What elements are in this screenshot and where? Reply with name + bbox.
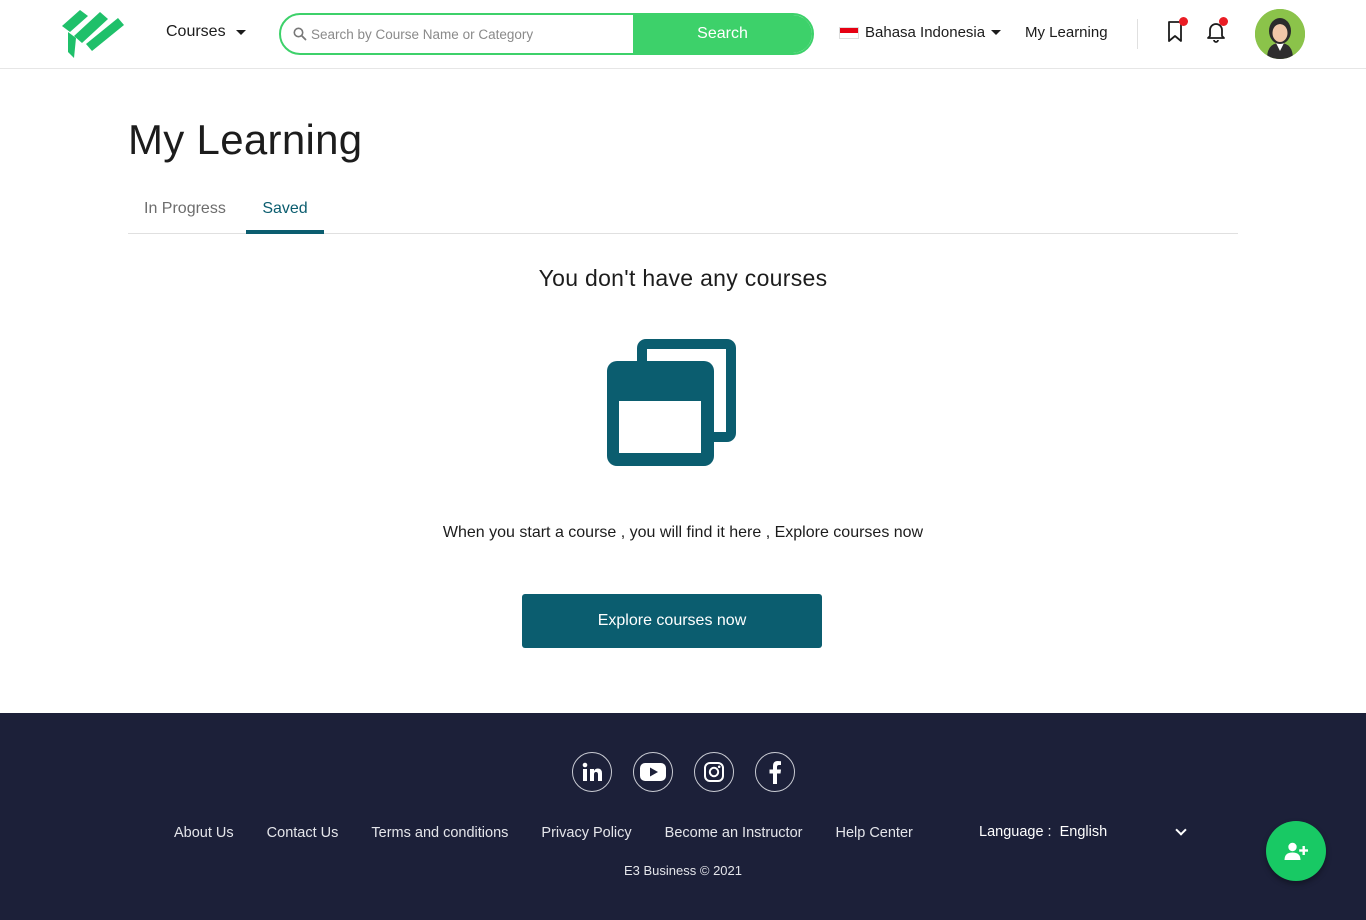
bookmark-button[interactable] bbox=[1164, 17, 1188, 45]
notification-button[interactable] bbox=[1204, 17, 1228, 45]
add-user-fab[interactable] bbox=[1266, 821, 1326, 881]
chevron-down-icon[interactable] bbox=[1175, 824, 1187, 836]
my-learning-link[interactable]: My Learning bbox=[1025, 24, 1108, 41]
youtube-icon bbox=[640, 763, 666, 781]
add-user-icon bbox=[1284, 842, 1308, 860]
logo-icon[interactable] bbox=[60, 8, 124, 60]
empty-state-title: You don't have any courses bbox=[538, 265, 828, 291]
caret-down-icon bbox=[991, 30, 1002, 35]
caret-down-icon bbox=[235, 29, 246, 35]
empty-state-description: When you start a course , you will find … bbox=[442, 524, 924, 541]
notification-badge-dot bbox=[1219, 17, 1228, 26]
footer-links: About Us Contact Us Terms and conditions… bbox=[174, 825, 913, 841]
courses-dropdown[interactable]: Courses bbox=[166, 23, 246, 41]
footer-link-privacy[interactable]: Privacy Policy bbox=[541, 825, 631, 841]
search-icon bbox=[293, 27, 307, 41]
bookmark-badge-dot bbox=[1179, 17, 1188, 26]
header: Courses Search Bahasa Indonesia My Learn… bbox=[0, 0, 1366, 69]
instagram-link[interactable] bbox=[694, 752, 734, 792]
courses-label: Courses bbox=[166, 23, 226, 40]
explore-courses-button[interactable]: Explore courses now bbox=[522, 594, 822, 648]
search-input[interactable] bbox=[311, 26, 631, 42]
page-title: My Learning bbox=[128, 116, 363, 163]
footer-link-help-center[interactable]: Help Center bbox=[835, 825, 912, 841]
instagram-icon bbox=[704, 762, 724, 782]
tab-saved[interactable]: Saved bbox=[246, 188, 324, 234]
footer-link-about[interactable]: About Us bbox=[174, 825, 234, 841]
footer-link-become-instructor[interactable]: Become an Instructor bbox=[665, 825, 803, 841]
facebook-link[interactable] bbox=[755, 752, 795, 792]
language-dropdown[interactable]: Bahasa Indonesia bbox=[839, 24, 1002, 41]
social-links bbox=[572, 752, 795, 792]
search-bar: Search bbox=[279, 13, 814, 55]
copy-windows-icon bbox=[607, 339, 736, 466]
indonesia-flag-icon bbox=[839, 26, 859, 39]
search-input-wrap bbox=[281, 15, 633, 53]
youtube-link[interactable] bbox=[633, 752, 673, 792]
footer-link-contact[interactable]: Contact Us bbox=[267, 825, 339, 841]
search-button[interactable]: Search bbox=[633, 15, 812, 53]
footer-language-label: Language : bbox=[979, 824, 1052, 840]
linkedin-link[interactable] bbox=[572, 752, 612, 792]
language-label: Bahasa Indonesia bbox=[865, 24, 986, 41]
facebook-icon bbox=[769, 761, 781, 784]
footer-language-value[interactable]: English bbox=[1060, 824, 1177, 840]
user-avatar-image bbox=[1255, 9, 1305, 59]
footer-language-select[interactable]: Language : English bbox=[979, 824, 1191, 840]
footer-link-terms[interactable]: Terms and conditions bbox=[371, 825, 508, 841]
linkedin-icon bbox=[582, 762, 602, 781]
header-divider bbox=[1137, 19, 1138, 49]
tab-in-progress[interactable]: In Progress bbox=[144, 188, 226, 234]
avatar[interactable] bbox=[1255, 9, 1305, 59]
copyright: E3 Business © 2021 bbox=[624, 863, 742, 878]
tab-bar: In Progress Saved bbox=[128, 188, 1238, 234]
footer: About Us Contact Us Terms and conditions… bbox=[0, 713, 1366, 920]
